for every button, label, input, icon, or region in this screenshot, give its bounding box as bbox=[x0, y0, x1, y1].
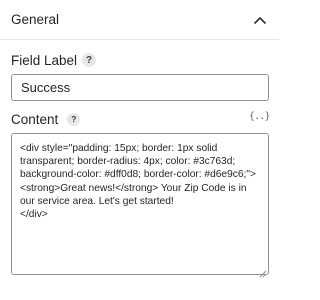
content-help-icon[interactable]: ? bbox=[67, 112, 81, 126]
field-label-input[interactable]: Success bbox=[11, 74, 269, 101]
content-label: Content bbox=[11, 111, 59, 127]
resize-handle-icon[interactable] bbox=[259, 265, 267, 278]
content-label-row: Content ? bbox=[11, 111, 81, 127]
merge-tags-icon[interactable]: {..} bbox=[249, 111, 270, 125]
general-section-header[interactable]: General bbox=[0, 0, 279, 40]
field-label-row: Field Label ? bbox=[11, 52, 97, 68]
section-title: General bbox=[11, 12, 60, 27]
chevron-up-icon[interactable] bbox=[250, 10, 270, 30]
field-label-help-icon[interactable]: ? bbox=[82, 53, 97, 67]
settings-panel: General Field Label ? Success Content ? … bbox=[0, 0, 279, 300]
field-label-label: Field Label bbox=[11, 52, 78, 68]
content-textarea[interactable]: <div style="padding: 15px; border: 1px s… bbox=[11, 133, 269, 275]
